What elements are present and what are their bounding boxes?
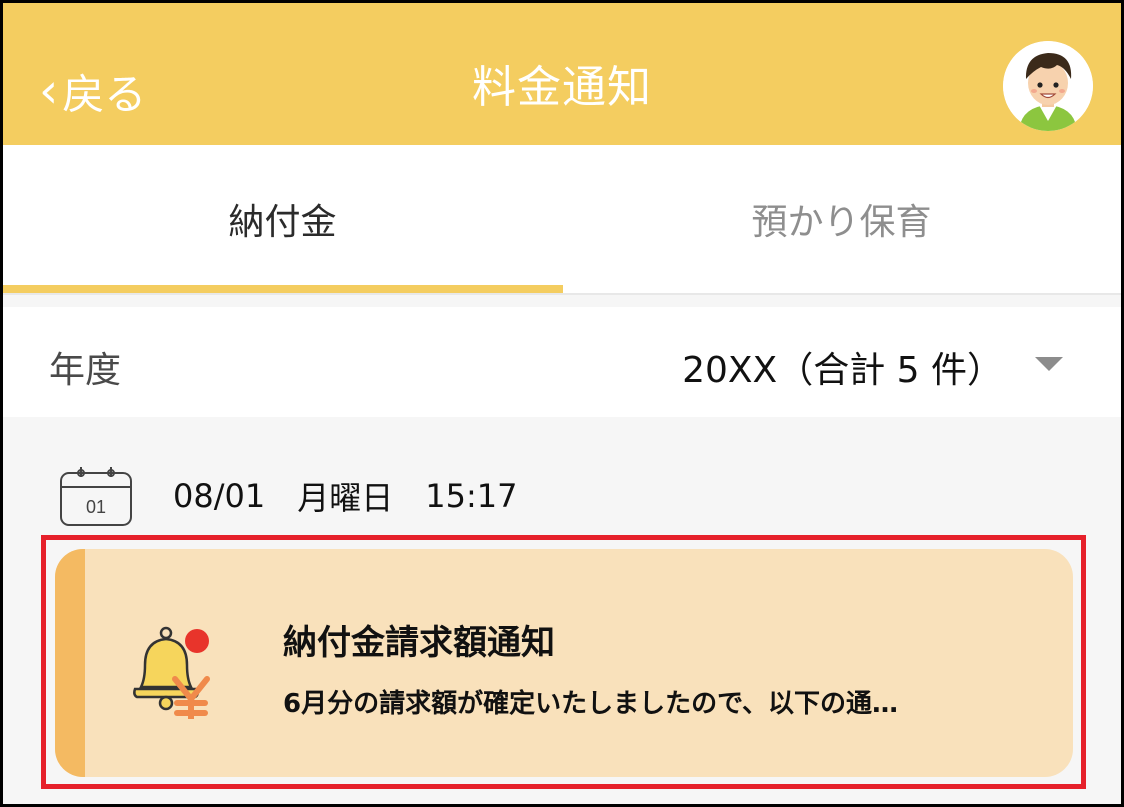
notification-title: 納付金請求額通知: [283, 623, 555, 663]
year-selector[interactable]: 年度 20XX（合計 5 件）: [3, 307, 1121, 417]
active-tab-indicator: [3, 285, 563, 293]
header-bar: ‹ 戻る 料金通知: [3, 3, 1121, 145]
notification-weekday: 月曜日: [297, 479, 394, 517]
notification-time: 15:17: [425, 477, 518, 515]
caret-down-icon: [1035, 357, 1063, 371]
year-label: 年度: [49, 350, 122, 391]
tab-azukari-hoiku-label: 預かり保育: [751, 202, 932, 243]
bell-yen-icon: [133, 626, 210, 719]
notification-date: 08/01: [173, 477, 266, 515]
year-value: 20XX（合計 5 件）: [682, 350, 1003, 391]
avatar[interactable]: [1003, 41, 1093, 131]
avatar-image: [1003, 41, 1093, 131]
notification-body: 6月分の請求額が確定いたしましたので、以下の通…: [283, 689, 899, 719]
app-screen: ‹ 戻る 料金通知 納付金 預かり保育 年度 20XX（合計 5 件） 01 0…: [0, 0, 1124, 807]
calendar-icon: 01: [60, 467, 132, 526]
card-accent-stripe: [55, 549, 85, 777]
svg-text:01: 01: [86, 497, 106, 517]
tab-bar: 納付金 預かり保育: [3, 145, 1121, 295]
page-title: 料金通知: [472, 62, 652, 113]
tab-nofukin-label: 納付金: [228, 202, 337, 243]
tab-nofukin[interactable]: 納付金: [3, 145, 562, 293]
notification-card[interactable]: 納付金請求額通知 6月分の請求額が確定いたしましたので、以下の通…: [55, 549, 1073, 777]
tab-azukari-hoiku[interactable]: 預かり保育: [562, 145, 1121, 293]
notification-date-row: 01 08/01 月曜日 15:17: [59, 463, 549, 529]
